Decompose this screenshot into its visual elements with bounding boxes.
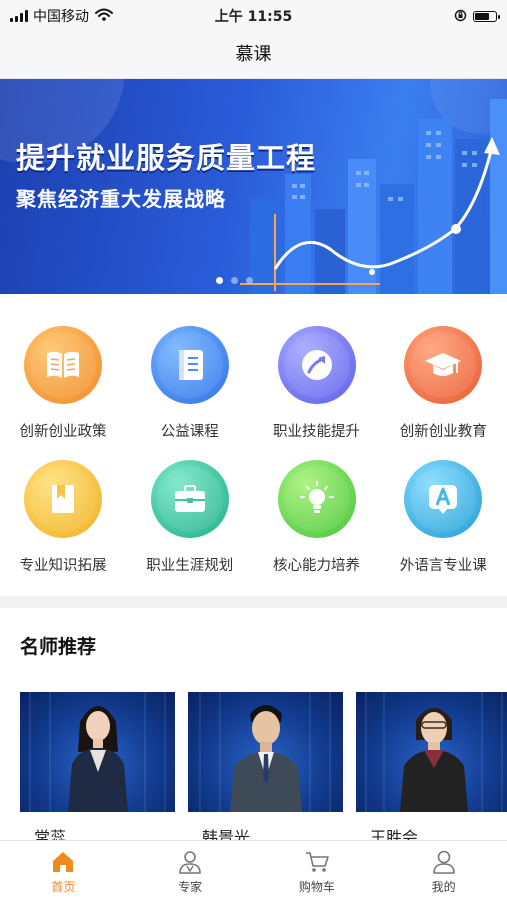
banner-title: 提升就业服务质量工程 xyxy=(16,141,317,175)
category-icon-circle xyxy=(24,326,102,404)
tab-label: 购物车 xyxy=(298,880,335,894)
teacher-card[interactable]: 常蕊 xyxy=(20,692,175,840)
category-item[interactable]: 专业知识拓展 xyxy=(0,442,127,576)
teacher-name: 常蕊 xyxy=(34,828,67,840)
category-item[interactable]: 核心能力培养 xyxy=(254,442,381,576)
page-title: 慕课 xyxy=(235,44,272,65)
category-item[interactable]: 创新创业教育 xyxy=(380,308,507,442)
category-label: 职业技能提升 xyxy=(273,424,360,440)
bookmark-icon xyxy=(52,485,74,513)
category-label: 职业生涯规划 xyxy=(146,558,234,574)
teacher-list: 常蕊 韩景光 王胜会 xyxy=(20,692,507,840)
letter-a-icon xyxy=(429,485,458,514)
category-icon-circle xyxy=(404,460,483,538)
tab-label: 专家 xyxy=(178,880,203,894)
status-bar: 中国移动 上午 11:55 xyxy=(0,0,507,30)
book-icon xyxy=(47,351,79,378)
category-label: 公益课程 xyxy=(160,424,219,440)
graduation-cap-icon xyxy=(425,353,462,376)
carousel-indicator xyxy=(216,277,253,284)
section-title: 名师推荐 xyxy=(20,636,97,658)
category-label: 外语言专业课 xyxy=(399,558,487,574)
banner-carousel[interactable]: 提升就业服务质量工程 聚焦经济重大发展战略 xyxy=(0,79,507,294)
orientation-lock-icon xyxy=(454,7,467,26)
teacher-photo xyxy=(356,692,507,812)
teacher-photo xyxy=(20,692,175,812)
teacher-name: 韩景光 xyxy=(202,828,251,840)
home-icon xyxy=(53,852,74,872)
category-icon-circle xyxy=(404,326,483,404)
tab-label: 首页 xyxy=(51,880,76,894)
category-item[interactable]: 外语言专业课 xyxy=(380,442,507,576)
notebook-icon xyxy=(178,350,203,380)
category-item[interactable]: 创新创业政策 xyxy=(0,308,127,442)
battery-icon xyxy=(473,11,500,22)
expert-icon xyxy=(179,851,201,874)
navigation-bar: 慕课 xyxy=(0,30,507,79)
lightbulb-icon xyxy=(299,481,334,513)
tab-profile[interactable]: 我的 xyxy=(380,841,507,901)
upward-arrow-icon xyxy=(301,350,332,380)
category-grid: 创新创业政策 公益课程 职业技能提升 创新创业教育 专业知识拓展 职业生涯规划 … xyxy=(0,308,507,576)
category-item[interactable]: 职业技能提升 xyxy=(254,308,381,442)
teacher-card[interactable]: 王胜会 xyxy=(356,692,507,840)
carousel-dot[interactable] xyxy=(231,277,238,284)
tab-label: 我的 xyxy=(431,880,456,894)
profile-icon xyxy=(432,850,455,874)
status-time: 上午 11:55 xyxy=(214,9,293,25)
tab-home[interactable]: 首页 xyxy=(0,841,127,901)
category-label: 创新创业政策 xyxy=(19,424,107,440)
category-item[interactable]: 公益课程 xyxy=(127,308,254,442)
category-icon-circle xyxy=(150,460,229,538)
category-item[interactable]: 职业生涯规划 xyxy=(127,442,254,576)
section-divider xyxy=(0,596,507,608)
carousel-dot[interactable] xyxy=(246,277,253,284)
category-label: 创新创业教育 xyxy=(399,424,487,440)
category-label: 专业知识拓展 xyxy=(19,558,107,574)
category-icon-circle xyxy=(150,326,229,404)
category-label: 核心能力培养 xyxy=(273,558,360,574)
bottom-tab-bar: 首页 专家 购物车 我的 xyxy=(0,840,507,901)
banner-subtitle: 聚焦经济重大发展战略 xyxy=(16,187,226,211)
category-icon-circle xyxy=(277,326,356,404)
carousel-dot[interactable] xyxy=(216,277,223,284)
teacher-photo xyxy=(188,692,343,812)
tab-cart[interactable]: 购物车 xyxy=(254,841,381,901)
category-icon-circle xyxy=(24,460,102,538)
status-bar-right xyxy=(454,7,500,26)
teacher-card[interactable]: 韩景光 xyxy=(188,692,343,840)
category-icon-circle xyxy=(277,460,356,538)
tab-expert[interactable]: 专家 xyxy=(127,841,254,901)
cart-icon xyxy=(305,852,329,872)
briefcase-icon xyxy=(174,485,205,512)
teacher-name: 王胜会 xyxy=(370,828,419,840)
